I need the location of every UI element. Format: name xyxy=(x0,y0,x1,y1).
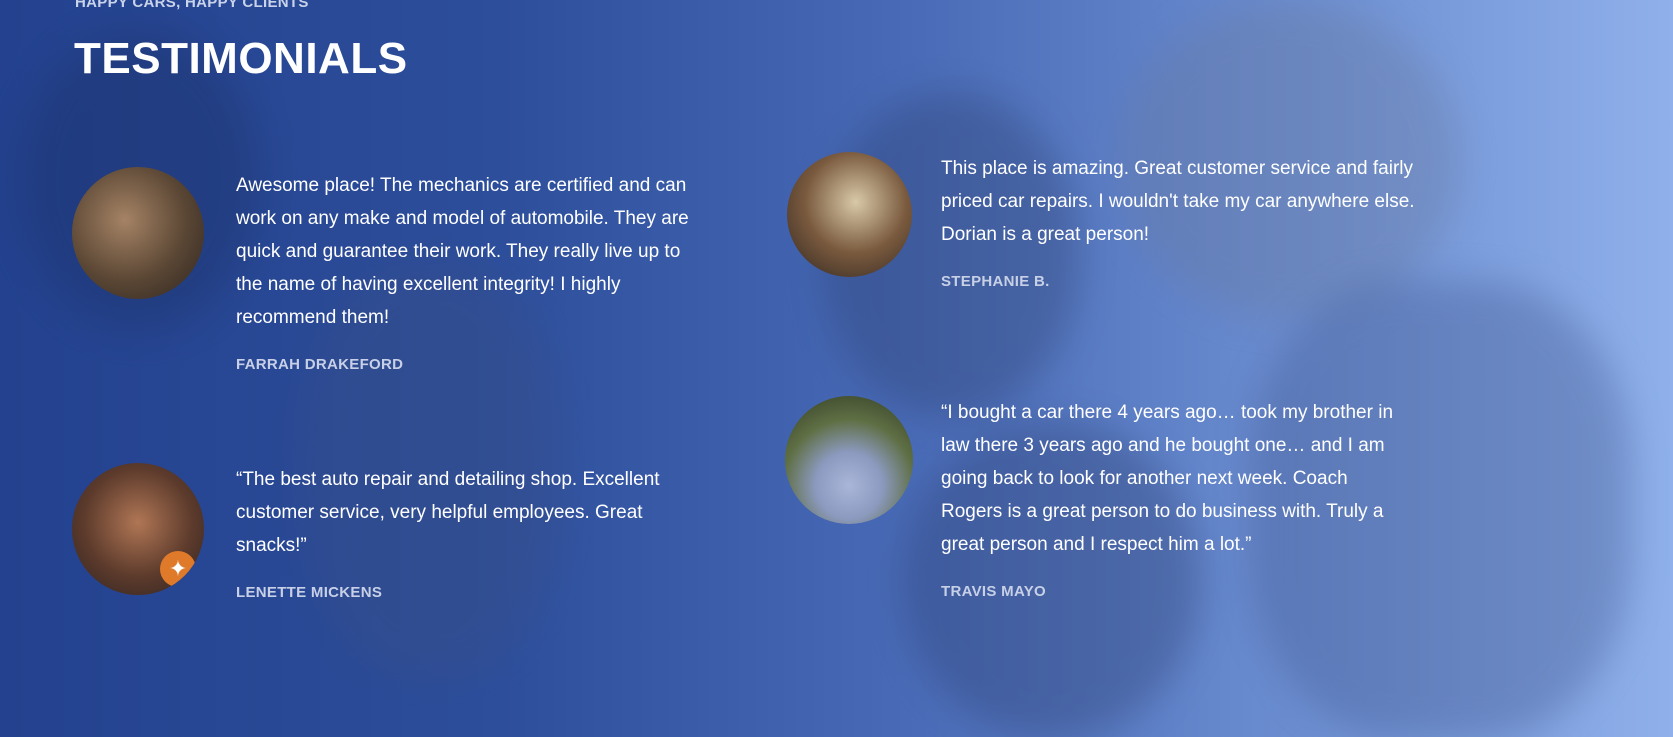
testimonial-quote: Awesome place! The mechanics are certifi… xyxy=(236,175,689,328)
testimonial-quote: “I bought a car there 4 years ago… took … xyxy=(941,402,1394,555)
testimonial-body: “The best auto repair and detailing shop… xyxy=(236,463,696,601)
testimonial-author: FARRAH DRAKEFORD xyxy=(236,356,404,373)
group-photo-avatar: ✦ xyxy=(72,463,204,595)
testimonials-section: HAPPY CARS, HAPPY CLIENTS TESTIMONIALS A… xyxy=(0,0,1673,737)
star-badge-icon: ✦ xyxy=(160,551,196,587)
testimonial-quote: This place is amazing. Great customer se… xyxy=(941,158,1415,245)
testimonial-author: TRAVIS MAYO xyxy=(941,583,1046,600)
section-title: TESTIMONIALS xyxy=(74,34,408,83)
dogs-photo-avatar xyxy=(72,167,204,299)
testimonial-card: “I bought a car there 4 years ago… took … xyxy=(785,396,1465,600)
testimonial-card: Awesome place! The mechanics are certifi… xyxy=(72,167,712,373)
testimonial-body: “I bought a car there 4 years ago… took … xyxy=(941,396,1411,600)
testimonial-card: ✦ “The best auto repair and detailing sh… xyxy=(72,463,712,601)
testimonial-body: This place is amazing. Great customer se… xyxy=(941,152,1431,290)
testimonial-card: This place is amazing. Great customer se… xyxy=(787,152,1467,290)
testimonial-author: LENETTE MICKENS xyxy=(236,584,383,601)
testimonial-author: STEPHANIE B. xyxy=(941,273,1050,290)
section-eyebrow: HAPPY CARS, HAPPY CLIENTS xyxy=(75,0,309,11)
testimonial-quote: “The best auto repair and detailing shop… xyxy=(236,469,660,556)
testimonial-body: Awesome place! The mechanics are certifi… xyxy=(236,169,696,373)
man-photo-avatar xyxy=(785,396,913,524)
woman-photo-avatar xyxy=(787,152,912,277)
